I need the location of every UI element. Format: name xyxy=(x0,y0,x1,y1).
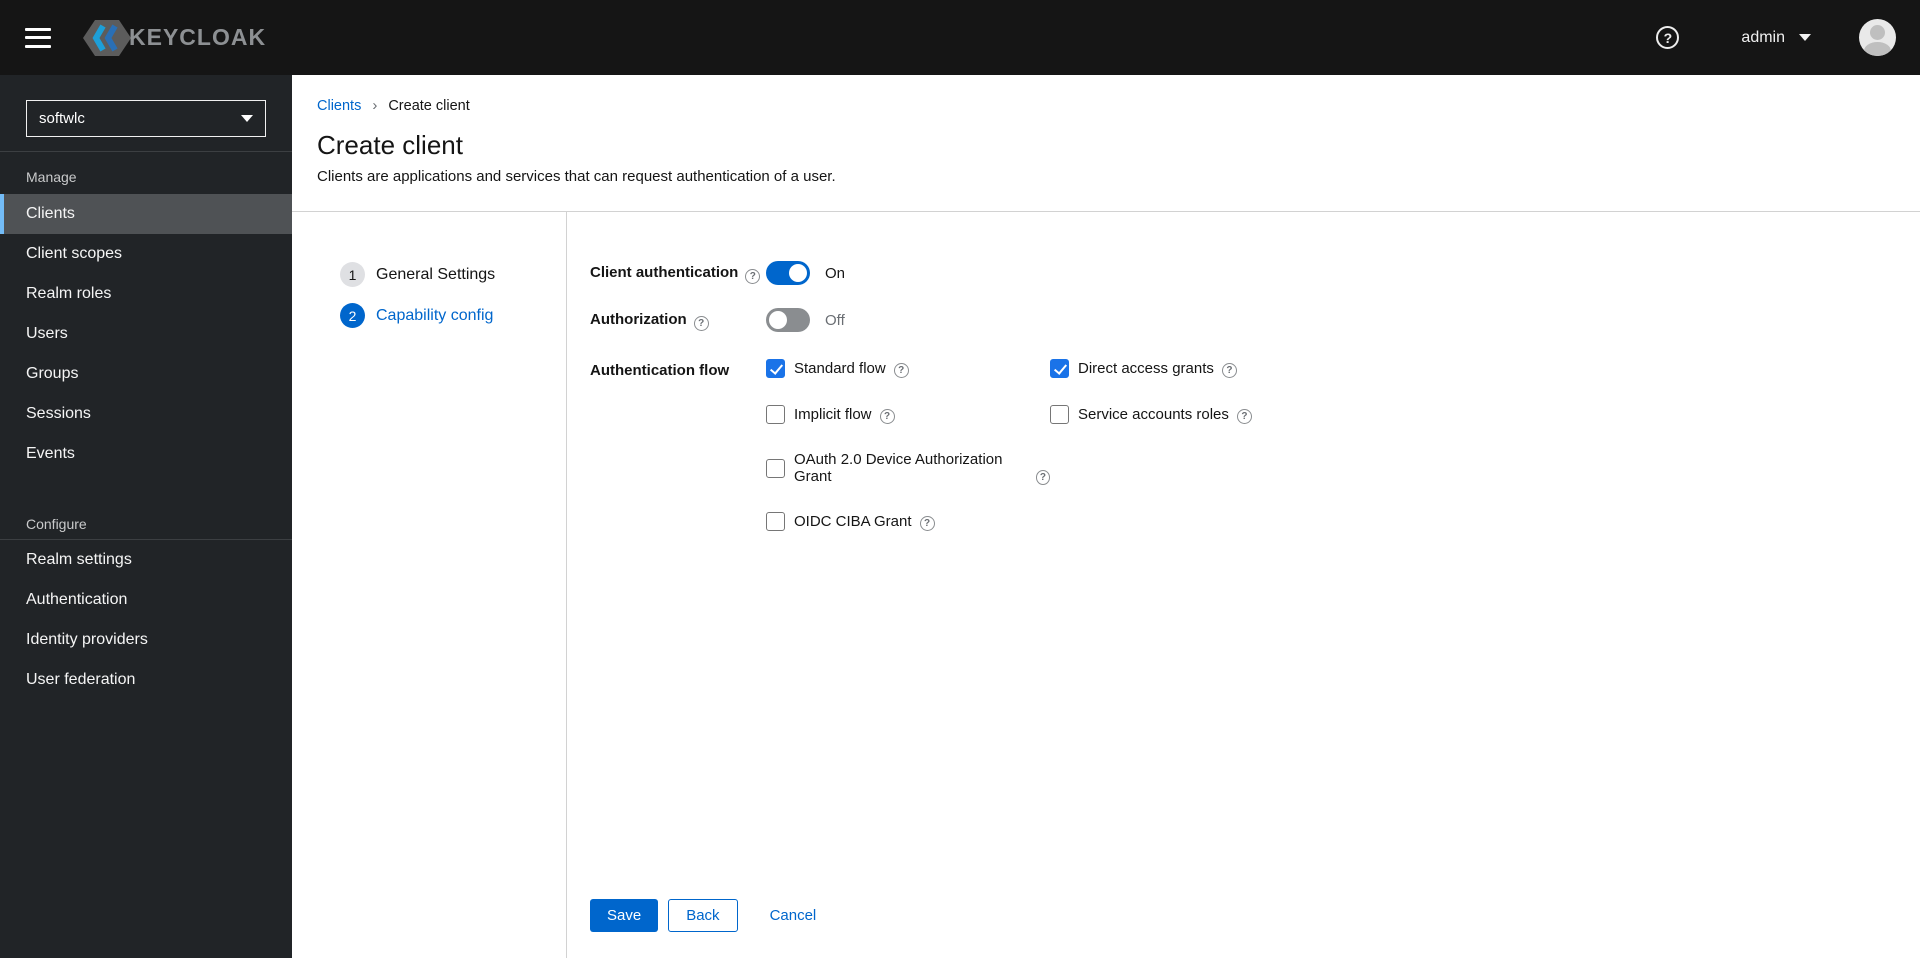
wizard: 1 General Settings 2 Capability config C… xyxy=(292,212,1920,958)
sidebar-item-sessions[interactable]: Sessions xyxy=(0,394,292,434)
checkbox-standard-flow[interactable]: Standard flow ? xyxy=(766,359,1050,378)
breadcrumb-current: Create client xyxy=(388,97,470,114)
back-button[interactable]: Back xyxy=(668,899,738,932)
sidebar-item-identity-providers[interactable]: Identity providers xyxy=(0,620,292,660)
page-header: Clients › Create client Create client Cl… xyxy=(292,75,1920,212)
toggle-state-label: Off xyxy=(825,311,845,329)
checkbox-box[interactable] xyxy=(1050,405,1069,424)
nav-section-title: Manage xyxy=(26,169,77,185)
sidebar-item-client-scopes[interactable]: Client scopes xyxy=(0,234,292,274)
sidebar-item-authentication[interactable]: Authentication xyxy=(0,580,292,620)
user-menu[interactable]: admin xyxy=(1741,29,1811,47)
checkbox-box[interactable] xyxy=(766,405,785,424)
realm-selector[interactable]: softwlc xyxy=(26,100,266,137)
help-icon[interactable]: ? xyxy=(1656,26,1680,49)
form-group-client-authentication: Client authentication? On xyxy=(590,261,1920,285)
page-description: Clients are applications and services th… xyxy=(317,168,836,185)
sidebar-item-realm-settings[interactable]: Realm settings xyxy=(0,540,292,580)
client-authentication-toggle[interactable] xyxy=(766,261,810,285)
capability-config-form: Client authentication? On Authorization?… xyxy=(567,212,1920,958)
question-circle-icon[interactable]: ? xyxy=(1221,363,1237,378)
step-number-badge: 2 xyxy=(340,303,365,328)
sidebar-item-realm-roles[interactable]: Realm roles xyxy=(0,274,292,314)
form-group-authentication-flow: Authentication flow Standard flow ? Dire… xyxy=(590,359,1920,531)
wizard-step-general-settings[interactable]: 1 General Settings xyxy=(340,262,566,287)
checkbox-implicit-flow[interactable]: Implicit flow ? xyxy=(766,405,1050,424)
checkbox-box[interactable] xyxy=(766,458,785,478)
form-group-authorization: Authorization? Off xyxy=(590,308,1920,332)
authorization-label: Authorization xyxy=(590,311,687,328)
question-circle-icon[interactable]: ? xyxy=(693,316,709,331)
question-circle-icon[interactable]: ? xyxy=(745,269,761,284)
nav-section-manage: Manage Clients Client scopes Realm roles… xyxy=(0,152,292,474)
username-label: admin xyxy=(1741,28,1785,46)
checkbox-direct-access-grants[interactable]: Direct access grants ? xyxy=(1050,359,1252,378)
question-circle-icon[interactable]: ? xyxy=(893,363,909,378)
caret-down-icon xyxy=(241,115,253,122)
breadcrumb-link-clients[interactable]: Clients xyxy=(317,98,361,114)
keycloak-logo-icon xyxy=(83,19,131,56)
sidebar-item-clients[interactable]: Clients xyxy=(0,194,292,234)
save-button[interactable]: Save xyxy=(590,899,659,932)
sidebar: softwlc Manage Clients Client scopes Rea… xyxy=(0,75,292,958)
sidebar-item-users[interactable]: Users xyxy=(0,314,292,354)
cancel-button[interactable]: Cancel xyxy=(770,899,817,932)
checkbox-box[interactable] xyxy=(766,512,785,531)
keycloak-logo: KEYCLOAK xyxy=(79,17,266,59)
sidebar-item-events[interactable]: Events xyxy=(0,434,292,474)
wizard-steps-nav: 1 General Settings 2 Capability config xyxy=(292,212,566,958)
masthead-actions: ? admin xyxy=(1656,19,1920,56)
breadcrumb: Clients › Create client xyxy=(317,97,1920,114)
page-title: Create client xyxy=(317,130,463,160)
wizard-step-capability-config[interactable]: 2 Capability config xyxy=(340,303,566,328)
client-authentication-label: Client authentication xyxy=(590,264,739,281)
checkbox-service-accounts-roles[interactable]: Service accounts roles ? xyxy=(1050,405,1252,424)
question-circle-icon[interactable]: ? xyxy=(919,516,935,531)
question-circle-icon[interactable]: ? xyxy=(879,409,895,424)
caret-down-icon xyxy=(1799,34,1811,41)
main-content: Clients › Create client Create client Cl… xyxy=(292,75,1920,958)
masthead: KEYCLOAK ? admin xyxy=(0,0,1920,75)
checkbox-oidc-ciba-grant[interactable]: OIDC CIBA Grant ? xyxy=(766,512,1050,531)
toggle-state-label: On xyxy=(825,264,846,282)
realm-name: softwlc xyxy=(39,110,85,127)
checkbox-box[interactable] xyxy=(1050,359,1069,378)
step-number-badge: 1 xyxy=(340,262,365,287)
sidebar-item-user-federation[interactable]: User federation xyxy=(0,660,292,700)
question-circle-icon[interactable]: ? xyxy=(1236,409,1252,424)
nav-section-configure: Configure Realm settings Authentication … xyxy=(0,516,292,700)
sidebar-item-groups[interactable]: Groups xyxy=(0,354,292,394)
checkbox-box[interactable] xyxy=(766,359,785,378)
checkbox-oauth-device-authorization-grant[interactable]: OAuth 2.0 Device Authorization Grant ? xyxy=(766,451,1050,485)
brand-text: KEYCLOAK xyxy=(129,24,267,50)
authorization-toggle[interactable] xyxy=(766,308,810,332)
form-actions: Save Back Cancel xyxy=(590,899,816,932)
hamburger-menu-icon[interactable] xyxy=(25,27,51,48)
authentication-flow-options: Standard flow ? Direct access grants ? I… xyxy=(766,359,1252,531)
question-circle-icon[interactable]: ? xyxy=(1035,470,1050,485)
breadcrumb-separator-icon: › xyxy=(372,97,378,114)
nav-section-title: Configure xyxy=(26,516,87,532)
authentication-flow-label: Authentication flow xyxy=(590,362,730,379)
avatar[interactable] xyxy=(1859,19,1896,56)
